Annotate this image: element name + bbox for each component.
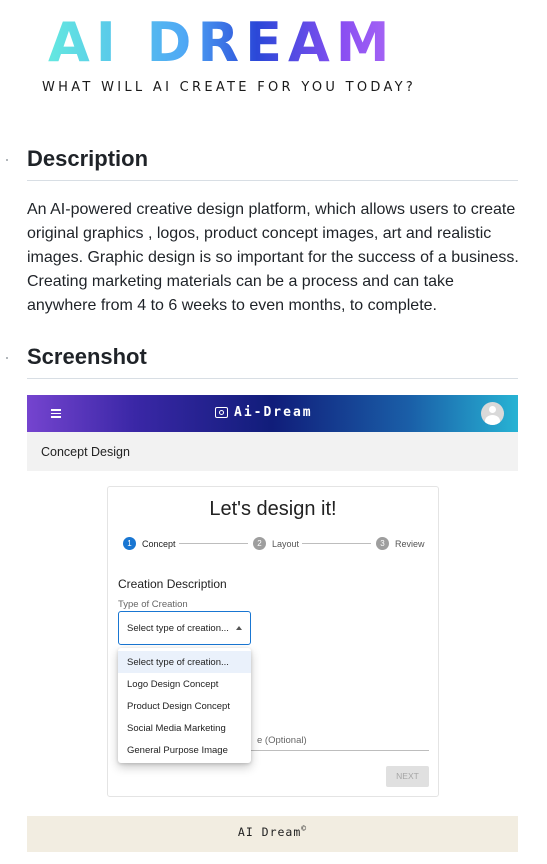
page-subheader: Concept Design <box>27 432 518 471</box>
step-connector <box>179 543 248 544</box>
step-number: 3 <box>376 537 389 550</box>
heading-anchor-icon[interactable] <box>6 357 8 359</box>
page-footer: AI Dream© <box>27 816 518 852</box>
section-label: Creation Description <box>118 577 227 591</box>
step-label: Layout <box>272 538 300 549</box>
step-label: Review <box>395 538 425 549</box>
copyright-symbol: © <box>301 824 308 833</box>
description-heading: Description <box>27 146 518 181</box>
step-concept[interactable]: 1 Concept <box>123 537 176 550</box>
dropdown-option[interactable]: Social Media Marketing <box>118 717 251 739</box>
step-number: 2 <box>253 537 266 550</box>
app-header-bar: Ai-Dream <box>27 395 518 432</box>
caret-up-icon <box>236 626 242 630</box>
heading-anchor-icon[interactable] <box>6 159 8 161</box>
site-tagline: WHAT WILL AI CREATE FOR YOU TODAY? <box>42 80 417 95</box>
step-connector <box>302 543 371 544</box>
dropdown-option[interactable]: Product Design Concept <box>118 695 251 717</box>
select-value: Select type of creation... <box>127 623 229 634</box>
description-body: An AI-powered creative design platform, … <box>27 201 519 314</box>
creation-type-select[interactable]: Select type of creation... <box>118 611 251 645</box>
step-layout[interactable]: 2 Layout <box>253 537 299 550</box>
camera-icon <box>215 407 228 418</box>
dropdown-option[interactable]: General Purpose Image <box>118 739 251 761</box>
optional-field-label: e (Optional) <box>257 735 307 746</box>
step-label: Concept <box>142 538 176 549</box>
step-review[interactable]: 3 Review <box>376 537 425 550</box>
hamburger-menu-icon[interactable] <box>51 409 61 418</box>
footer-text: AI Dream <box>237 824 302 839</box>
subheader-title: Concept Design <box>41 445 130 459</box>
creation-type-dropdown: Select type of creation... Logo Design C… <box>118 648 251 763</box>
screenshot-heading: Screenshot <box>27 344 518 379</box>
site-logo: AI DREAM <box>48 14 408 72</box>
step-number: 1 <box>123 537 136 550</box>
dropdown-option[interactable]: Select type of creation... <box>118 651 251 673</box>
dropdown-option[interactable]: Logo Design Concept <box>118 673 251 695</box>
type-of-creation-label: Type of Creation <box>118 599 188 610</box>
card-title: Let's design it! <box>209 498 337 520</box>
app-brand: Ai-Dream <box>215 405 313 420</box>
next-button[interactable]: NEXT <box>386 766 429 787</box>
user-avatar-icon[interactable] <box>481 402 504 425</box>
app-title: Ai-Dream <box>234 405 313 420</box>
